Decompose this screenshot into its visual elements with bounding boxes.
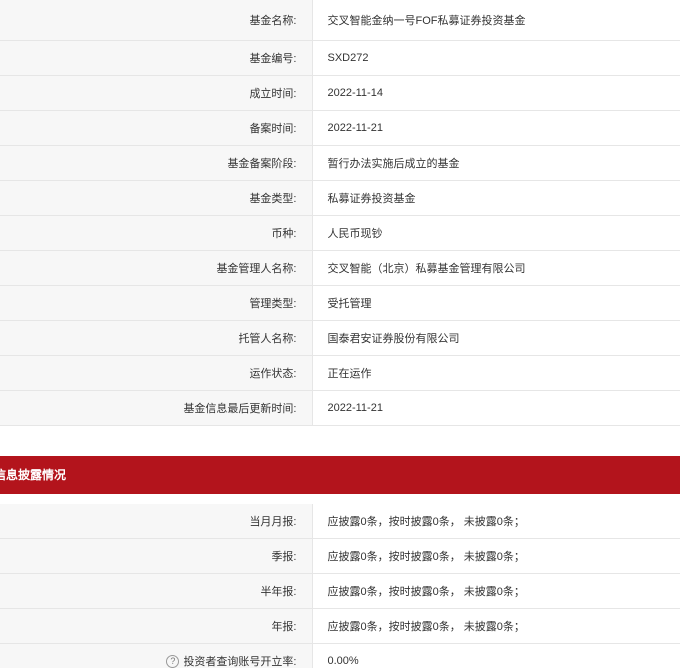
semiannual-report-value: 应披露0条，按时披露0条， 未披露0条； [312, 573, 680, 609]
fund-code-label: 基金编号: [0, 40, 313, 76]
investor-rate-label-wrap: ? 投资者查询账号开立率: [166, 653, 297, 668]
table-row: 基金名称: 交叉智能金纳一号FOF私募证券投资基金 [0, 0, 680, 41]
management-type-label: 管理类型: [0, 285, 313, 321]
table-row: 年报: 应披露0条，按时披露0条， 未披露0条； [0, 608, 680, 644]
established-date-label: 成立时间: [0, 75, 313, 111]
question-icon[interactable]: ? [166, 654, 180, 668]
table-row: ? 投资者查询账号开立率: 0.00% [0, 643, 680, 668]
investor-rate-value: 0.00% [312, 643, 680, 668]
manager-name-value: 交叉智能（北京）私募基金管理有限公司 [312, 250, 680, 286]
annual-report-label: 年报: [0, 608, 313, 644]
table-row: 管理类型: 受托管理 [0, 285, 680, 321]
fund-type-label: 基金类型: [0, 180, 313, 216]
monthly-report-value: 应披露0条，按时披露0条， 未披露0条； [312, 503, 680, 539]
currency-label: 币种: [0, 215, 313, 251]
quarterly-report-value: 应披露0条，按时披露0条， 未披露0条； [312, 538, 680, 574]
table-row: 基金信息最后更新时间: 2022-11-21 [0, 390, 680, 426]
investor-rate-label-cell: ? 投资者查询账号开立率: [0, 643, 313, 668]
semiannual-report-label: 半年报: [0, 573, 313, 609]
quarterly-report-label: 季报: [0, 538, 313, 574]
fund-info-page: 基金名称: 交叉智能金纳一号FOF私募证券投资基金 基金编号: SXD272 成… [0, 0, 680, 668]
monthly-report-label: 当月月报: [0, 503, 313, 539]
table-row: 半年报: 应披露0条，按时披露0条， 未披露0条； [0, 573, 680, 609]
table-row: 币种: 人民币现钞 [0, 215, 680, 251]
custodian-name-value: 国泰君安证券股份有限公司 [312, 320, 680, 356]
investor-rate-label: 投资者查询账号开立率: [183, 656, 297, 668]
disclosure-section-title: 信息披露情况 [0, 455, 680, 494]
filing-date-label: 备案时间: [0, 110, 313, 146]
management-type-value: 受托管理 [312, 285, 680, 321]
table-row: 当月月报: 应披露0条，按时披露0条， 未披露0条； [0, 503, 680, 539]
established-date-value: 2022-11-14 [312, 75, 680, 111]
filing-stage-value: 暂行办法实施后成立的基金 [312, 145, 680, 181]
custodian-name-label: 托管人名称: [0, 320, 313, 356]
manager-name-label: 基金管理人名称: [0, 250, 313, 286]
fund-name-value: 交叉智能金纳一号FOF私募证券投资基金 [312, 0, 680, 41]
table-row: 基金备案阶段: 暂行办法实施后成立的基金 [0, 145, 680, 181]
operation-status-label: 运作状态: [0, 355, 313, 391]
fund-type-value: 私募证券投资基金 [312, 180, 680, 216]
last-update-value: 2022-11-21 [312, 390, 680, 426]
table-row: 备案时间: 2022-11-21 [0, 110, 680, 146]
annual-report-value: 应披露0条，按时披露0条， 未披露0条； [312, 608, 680, 644]
last-update-label: 基金信息最后更新时间: [0, 390, 313, 426]
table-row: 托管人名称: 国泰君安证券股份有限公司 [0, 320, 680, 356]
table-row: 基金管理人名称: 交叉智能（北京）私募基金管理有限公司 [0, 250, 680, 286]
currency-value: 人民币现钞 [312, 215, 680, 251]
table-row: 成立时间: 2022-11-14 [0, 75, 680, 111]
basic-info-table: 基金名称: 交叉智能金纳一号FOF私募证券投资基金 基金编号: SXD272 成… [0, 0, 680, 426]
table-row: 基金编号: SXD272 [0, 40, 680, 76]
operation-status-value: 正在运作 [312, 355, 680, 391]
fund-code-value: SXD272 [312, 40, 680, 76]
filing-stage-label: 基金备案阶段: [0, 145, 313, 181]
table-row: 季报: 应披露0条，按时披露0条， 未披露0条； [0, 538, 680, 574]
fund-name-label: 基金名称: [0, 0, 313, 41]
table-row: 运作状态: 正在运作 [0, 355, 680, 391]
disclosure-table: 当月月报: 应披露0条，按时披露0条， 未披露0条； 季报: 应披露0条，按时披… [0, 503, 680, 668]
table-row: 基金类型: 私募证券投资基金 [0, 180, 680, 216]
filing-date-value: 2022-11-21 [312, 110, 680, 146]
